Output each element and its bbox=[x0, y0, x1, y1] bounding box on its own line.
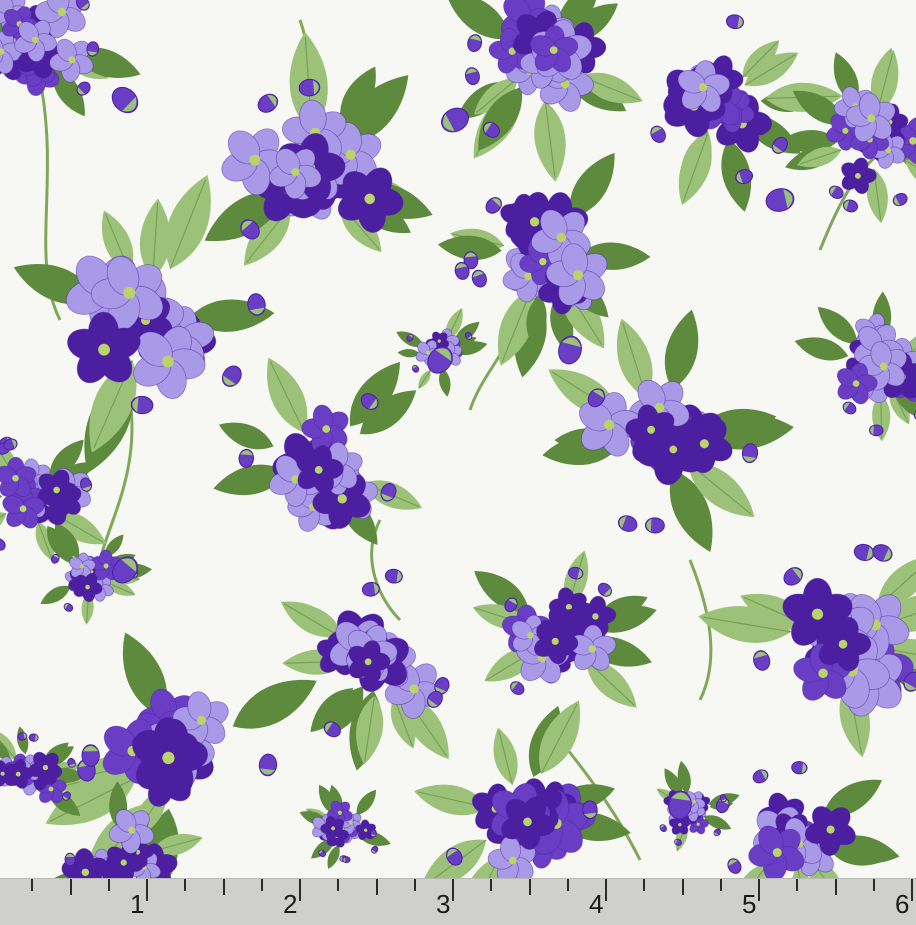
floral-pattern bbox=[0, 0, 916, 878]
ruler-tick bbox=[835, 879, 837, 895]
ruler-tick bbox=[376, 879, 378, 895]
ruler-tick bbox=[337, 879, 339, 891]
measurement-ruler: 1 2 3 4 5 6 bbox=[0, 878, 916, 925]
ruler-tick bbox=[643, 879, 645, 891]
ruler-tick bbox=[567, 879, 569, 891]
ruler-tick bbox=[108, 879, 110, 891]
ruler-tick bbox=[529, 879, 531, 895]
flower-bud bbox=[343, 857, 351, 863]
flower-bud bbox=[370, 829, 377, 837]
flower-bud bbox=[65, 853, 75, 866]
ruler-tick bbox=[414, 879, 416, 891]
ruler-label-6: 6 bbox=[895, 889, 909, 919]
ruler-tick bbox=[146, 879, 148, 901]
ruler-tick bbox=[758, 879, 760, 901]
ruler-tick bbox=[299, 879, 301, 901]
ruler-tick bbox=[796, 879, 798, 891]
ruler-tick bbox=[184, 879, 186, 891]
ruler-tick bbox=[490, 879, 492, 891]
flower-bud bbox=[645, 517, 665, 533]
ruler-tick bbox=[261, 879, 263, 891]
ruler-label-2: 2 bbox=[283, 889, 297, 919]
fabric-swatch-image: 1 2 3 4 5 6 bbox=[0, 0, 916, 924]
ruler-tick bbox=[682, 879, 684, 895]
ruler-label-4: 4 bbox=[589, 889, 603, 919]
flower-bud bbox=[29, 734, 38, 742]
ruler-tick bbox=[31, 879, 33, 891]
ruler-tick bbox=[720, 879, 722, 891]
ruler-tick bbox=[911, 879, 913, 901]
ruler-label-1: 1 bbox=[130, 889, 144, 919]
ruler-tick bbox=[452, 879, 454, 901]
ruler-tick bbox=[605, 879, 607, 901]
flower-bud bbox=[82, 745, 100, 767]
ruler-tick bbox=[873, 879, 875, 891]
ruler-label-3: 3 bbox=[436, 889, 450, 919]
ruler-tick bbox=[223, 879, 225, 895]
ruler-label-5: 5 bbox=[742, 889, 756, 919]
flower-bud bbox=[869, 425, 883, 436]
ruler-tick bbox=[70, 879, 72, 895]
